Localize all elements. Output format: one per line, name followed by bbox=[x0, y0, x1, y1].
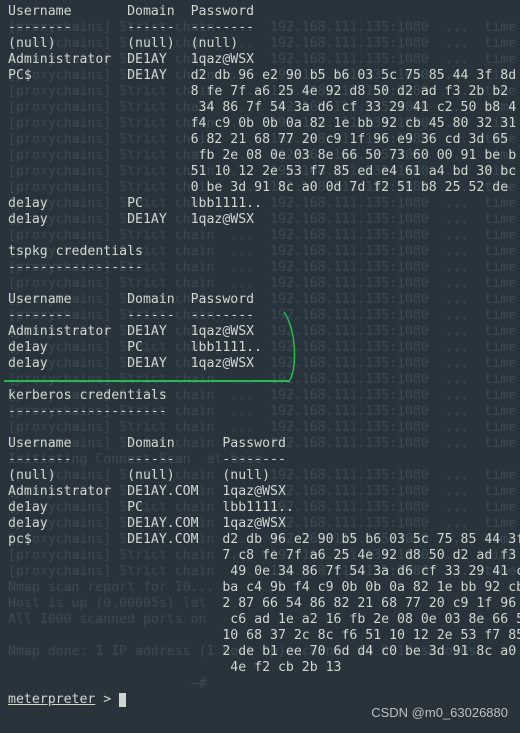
watermark-label: CSDN @m0_63026880 bbox=[371, 705, 508, 721]
cursor-icon bbox=[119, 693, 126, 707]
prompt-separator: > bbox=[95, 692, 119, 707]
terminal-output: Username Domain Password -------- ------… bbox=[0, 0, 520, 712]
annotation-underline bbox=[4, 380, 290, 382]
credential-dump-output: Username Domain Password -------- ------… bbox=[8, 4, 512, 692]
prompt-label: meterpreter bbox=[8, 692, 95, 707]
